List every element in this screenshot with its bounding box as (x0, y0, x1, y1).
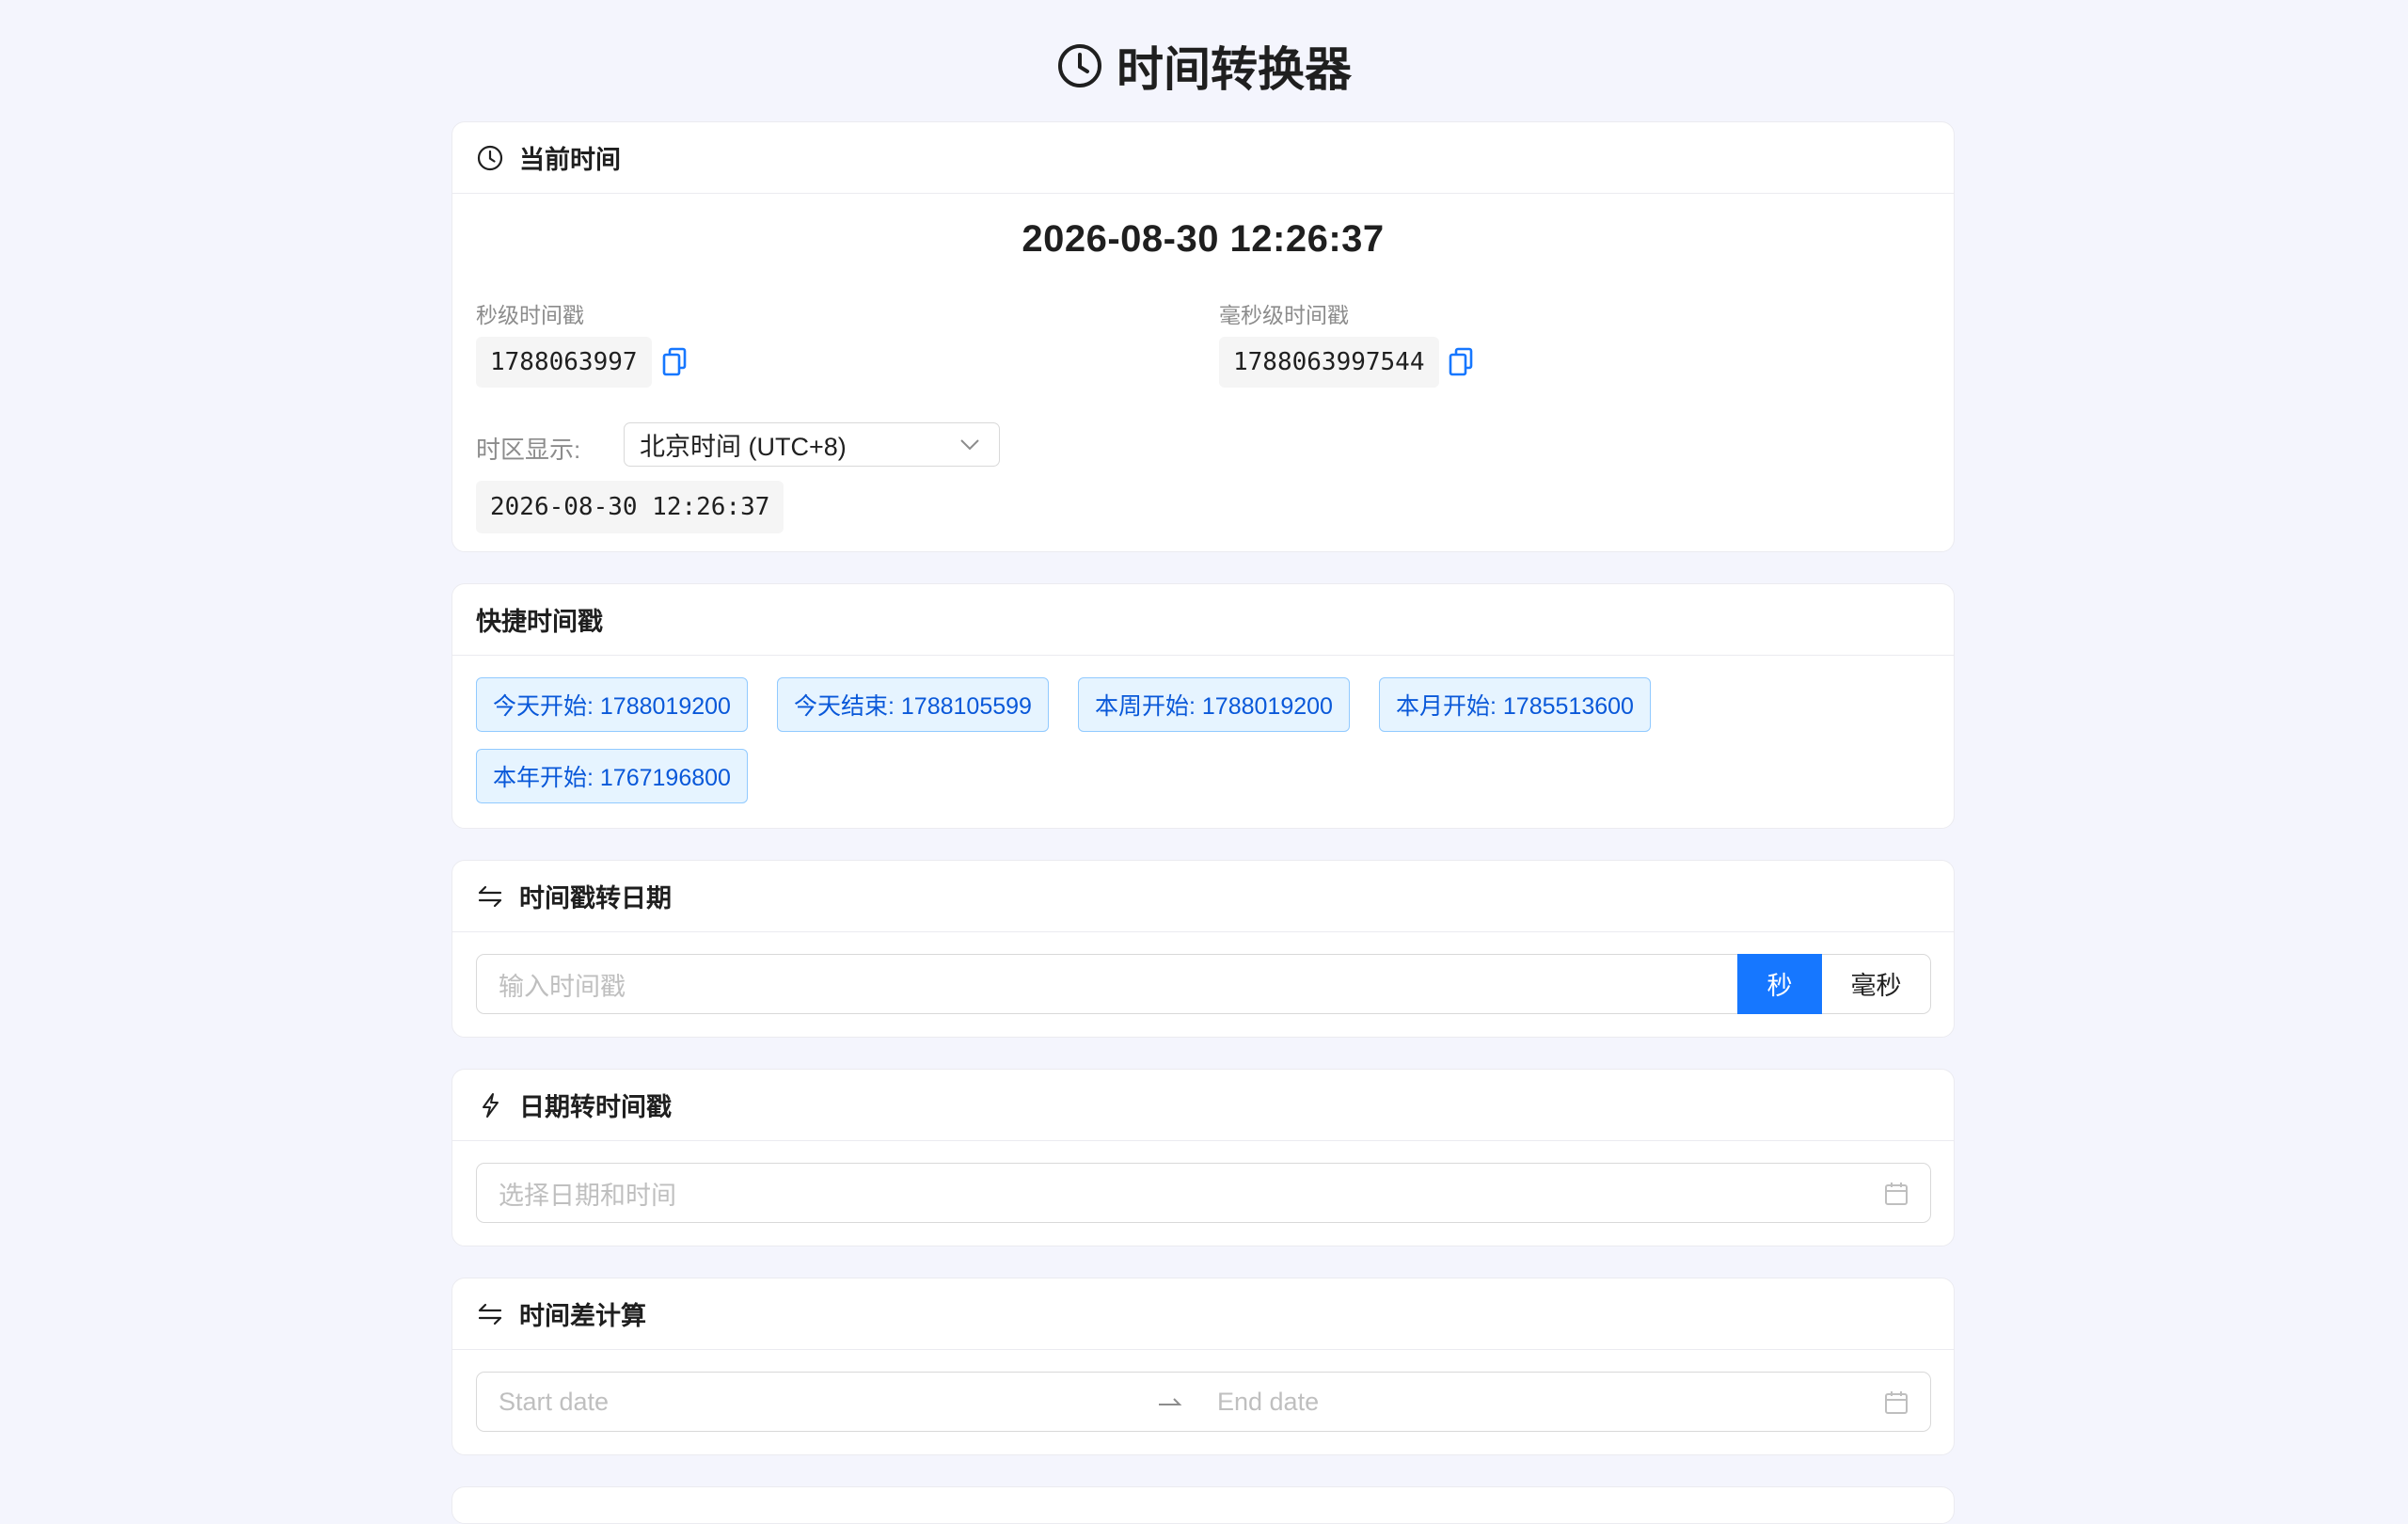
date-range-picker[interactable]: Start date End date (476, 1372, 1931, 1432)
millis-timestamp-value: 1788063997544 (1219, 337, 1439, 388)
page-title: 时间转换器 (0, 32, 2408, 100)
quick-timestamps-title: 快捷时间戳 (476, 608, 603, 636)
unit-millis-button[interactable]: 毫秒 (1822, 954, 1930, 1014)
seconds-timestamp-value: 1788063997 (476, 337, 652, 388)
current-time-title: 当前时间 (519, 146, 621, 174)
page-title-text: 时间转换器 (1117, 43, 1352, 96)
timestamp-input[interactable]: 输入时间戳 秒 毫秒 (476, 953, 1931, 1014)
timestamp-to-date-card: 时间戳转日期 输入时间戳 秒 毫秒 (452, 860, 1955, 1038)
chevron-down-icon (960, 439, 979, 451)
timestamp-to-date-header: 时间戳转日期 (452, 861, 1954, 932)
current-time-header: 当前时间 (452, 122, 1954, 194)
datetime-picker-input[interactable]: 选择日期和时间 (476, 1163, 1931, 1223)
date-to-timestamp-header: 日期转时间戳 (452, 1070, 1954, 1141)
time-diff-header: 时间差计算 (452, 1278, 1954, 1350)
swap-icon (478, 885, 502, 907)
calendar-icon (1885, 1183, 1908, 1205)
timezone-selected-value: 北京时间 (UTC+8) (640, 433, 847, 461)
time-diff-card: 时间差计算 Start date End date (452, 1278, 1955, 1455)
current-datetime: 2026-08-30 12:26:37 (1022, 218, 1385, 260)
thunderbolt-icon (483, 1092, 499, 1118)
timezone-time-value: 2026-08-30 12:26:37 (476, 481, 784, 533)
timezone-label: 时区显示: (476, 436, 581, 464)
next-card-partial (452, 1486, 1955, 1524)
timezone-select[interactable]: 北京时间 (UTC+8) (624, 422, 1000, 467)
clock-icon (1058, 44, 1101, 87)
time-diff-title: 时间差计算 (519, 1302, 646, 1330)
millis-timestamp-label: 毫秒级时间戳 (1219, 303, 1349, 327)
end-date-input[interactable]: End date (1217, 1388, 1319, 1417)
quick-tag-today-start[interactable]: 今天开始: 1788019200 (476, 677, 748, 732)
datetime-picker-placeholder: 选择日期和时间 (499, 1181, 676, 1210)
calendar-icon (1885, 1391, 1908, 1414)
start-date-input[interactable]: Start date (499, 1388, 609, 1417)
quick-timestamps-card: 快捷时间戳 今天开始: 1788019200 今天结束: 1788105599 … (452, 583, 1955, 829)
arrow-right-icon (1159, 1398, 1182, 1405)
unit-seconds-button[interactable]: 秒 (1737, 953, 1822, 1014)
quick-timestamps-header: 快捷时间戳 (452, 584, 1954, 656)
swap-icon (478, 1303, 502, 1325)
quick-tag-week-start[interactable]: 本周开始: 1788019200 (1078, 677, 1350, 732)
copy-icon[interactable] (661, 347, 688, 377)
date-to-timestamp-title: 日期转时间戳 (519, 1093, 672, 1121)
timestamp-input-placeholder: 输入时间戳 (499, 972, 626, 1001)
date-to-timestamp-card: 日期转时间戳 选择日期和时间 (452, 1069, 1955, 1246)
quick-tag-today-end[interactable]: 今天结束: 1788105599 (777, 677, 1049, 732)
current-time-card: 当前时间 2026-08-30 12:26:37 秒级时间戳 178806399… (452, 121, 1955, 552)
copy-icon[interactable] (1448, 347, 1474, 377)
clock-icon (477, 145, 503, 170)
quick-tag-month-start[interactable]: 本月开始: 1785513600 (1379, 677, 1651, 732)
seconds-timestamp-label: 秒级时间戳 (476, 303, 584, 327)
timestamp-to-date-title: 时间戳转日期 (519, 884, 672, 913)
quick-tag-year-start[interactable]: 本年开始: 1767196800 (476, 749, 748, 803)
